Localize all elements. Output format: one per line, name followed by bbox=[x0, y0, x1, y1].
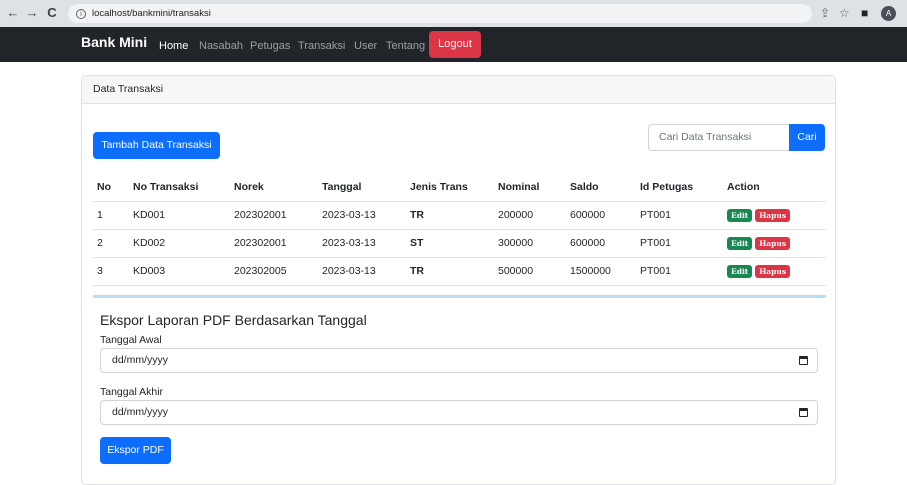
share-icon[interactable]: ⇪ bbox=[820, 6, 830, 20]
cell-nominal: 200000 bbox=[494, 201, 566, 230]
cell-action: Edit Hapus bbox=[723, 229, 826, 258]
navbar: Bank Mini Home Nasabah Petugas Transaksi… bbox=[0, 27, 907, 62]
calendar-icon[interactable] bbox=[799, 408, 808, 417]
cell-action: Edit Hapus bbox=[723, 257, 826, 286]
calendar-icon[interactable] bbox=[799, 356, 808, 365]
table-row: 1 KD001 202302001 2023-03-13 TR 200000 6… bbox=[93, 201, 826, 230]
logout-button[interactable]: Logout bbox=[429, 31, 481, 58]
export-pdf-button[interactable]: Ekspor PDF bbox=[100, 437, 171, 464]
column-header: No bbox=[93, 174, 129, 202]
cell-nominal: 300000 bbox=[494, 229, 566, 258]
cell-id-petugas: PT001 bbox=[636, 201, 723, 230]
cell-tanggal: 2023-03-13 bbox=[318, 229, 406, 258]
end-date-placeholder: dd/mm/yyyy bbox=[112, 406, 169, 418]
cell-jenis-trans: ST bbox=[406, 229, 494, 258]
column-header: Saldo bbox=[566, 174, 636, 202]
delete-button[interactable]: Hapus bbox=[755, 264, 791, 278]
cell-no-transaksi: KD001 bbox=[129, 201, 230, 230]
column-header: Tanggal bbox=[318, 174, 406, 202]
edit-button[interactable]: Edit bbox=[727, 208, 753, 222]
cell-id-petugas: PT001 bbox=[636, 257, 723, 286]
url-text: localhost/bankmini/transaksi bbox=[92, 8, 211, 19]
export-section-title: Ekspor Laporan PDF Berdasarkan Tanggal bbox=[100, 312, 367, 328]
table-header-row: No No Transaksi Norek Tanggal Jenis Tran… bbox=[93, 174, 826, 202]
column-header: Nominal bbox=[494, 174, 566, 202]
site-info-icon[interactable]: i bbox=[76, 8, 86, 19]
nav-link-petugas[interactable]: Petugas bbox=[250, 40, 290, 52]
cell-saldo: 600000 bbox=[566, 201, 636, 230]
search-input[interactable]: Cari Data Transaksi bbox=[648, 124, 790, 151]
cell-norek: 202302001 bbox=[230, 229, 318, 258]
transaction-table: No No Transaksi Norek Tanggal Jenis Tran… bbox=[93, 174, 826, 286]
delete-button[interactable]: Hapus bbox=[755, 236, 791, 250]
column-header: Norek bbox=[230, 174, 318, 202]
cell-tanggal: 2023-03-13 bbox=[318, 257, 406, 286]
side-panel-icon[interactable]: ■ bbox=[861, 6, 868, 20]
profile-avatar[interactable]: A bbox=[881, 6, 896, 21]
reload-icon[interactable]: C bbox=[45, 6, 59, 20]
browser-toolbar: ← → C i localhost/bankmini/transaksi ⇪ ☆… bbox=[0, 0, 907, 27]
edit-button[interactable]: Edit bbox=[727, 264, 753, 278]
nav-link-tentang[interactable]: Tentang bbox=[386, 40, 425, 52]
start-date-input[interactable]: dd/mm/yyyy bbox=[100, 348, 818, 373]
start-date-placeholder: dd/mm/yyyy bbox=[112, 354, 169, 366]
add-transaction-button[interactable]: Tambah Data Transaksi bbox=[93, 132, 220, 159]
cell-jenis-trans: TR bbox=[406, 257, 494, 286]
back-arrow-icon[interactable]: ← bbox=[6, 6, 20, 20]
card-header: Data Transaksi bbox=[82, 76, 835, 104]
delete-button[interactable]: Hapus bbox=[755, 208, 791, 222]
transaction-card: Data Transaksi Tambah Data Transaksi Car… bbox=[81, 75, 836, 485]
nav-link-user[interactable]: User bbox=[354, 40, 377, 52]
nav-link-transaksi[interactable]: Transaksi bbox=[298, 40, 345, 52]
cell-norek: 202302005 bbox=[230, 257, 318, 286]
table-row: 3 KD003 202302005 2023-03-13 TR 500000 1… bbox=[93, 257, 826, 286]
cell-saldo: 600000 bbox=[566, 229, 636, 258]
table-row: 2 KD002 202302001 2023-03-13 ST 300000 6… bbox=[93, 229, 826, 258]
edit-button[interactable]: Edit bbox=[727, 236, 753, 250]
column-header: Jenis Trans bbox=[406, 174, 494, 202]
end-date-input[interactable]: dd/mm/yyyy bbox=[100, 400, 818, 425]
search-button[interactable]: Cari bbox=[789, 124, 825, 151]
cell-no: 1 bbox=[93, 201, 129, 230]
cell-action: Edit Hapus bbox=[723, 201, 826, 230]
column-header: Action bbox=[723, 174, 826, 202]
nav-link-nasabah[interactable]: Nasabah bbox=[199, 40, 243, 52]
cell-saldo: 1500000 bbox=[566, 257, 636, 286]
address-bar[interactable]: i localhost/bankmini/transaksi bbox=[68, 4, 812, 23]
end-date-label: Tanggal Akhir bbox=[100, 386, 164, 398]
cell-no-transaksi: KD002 bbox=[129, 229, 230, 258]
bookmark-star-icon[interactable]: ☆ bbox=[839, 6, 850, 20]
cell-tanggal: 2023-03-13 bbox=[318, 201, 406, 230]
cell-jenis-trans: TR bbox=[406, 201, 494, 230]
cell-id-petugas: PT001 bbox=[636, 229, 723, 258]
forward-arrow-icon[interactable]: → bbox=[25, 6, 39, 20]
column-header: No Transaksi bbox=[129, 174, 230, 202]
cell-no: 2 bbox=[93, 229, 129, 258]
nav-link-home[interactable]: Home bbox=[159, 40, 188, 52]
cell-no: 3 bbox=[93, 257, 129, 286]
column-header: Id Petugas bbox=[636, 174, 723, 202]
section-divider bbox=[93, 295, 826, 298]
start-date-label: Tanggal Awal bbox=[100, 334, 162, 346]
cell-no-transaksi: KD003 bbox=[129, 257, 230, 286]
navbar-brand[interactable]: Bank Mini bbox=[81, 34, 147, 50]
cell-nominal: 500000 bbox=[494, 257, 566, 286]
cell-norek: 202302001 bbox=[230, 201, 318, 230]
